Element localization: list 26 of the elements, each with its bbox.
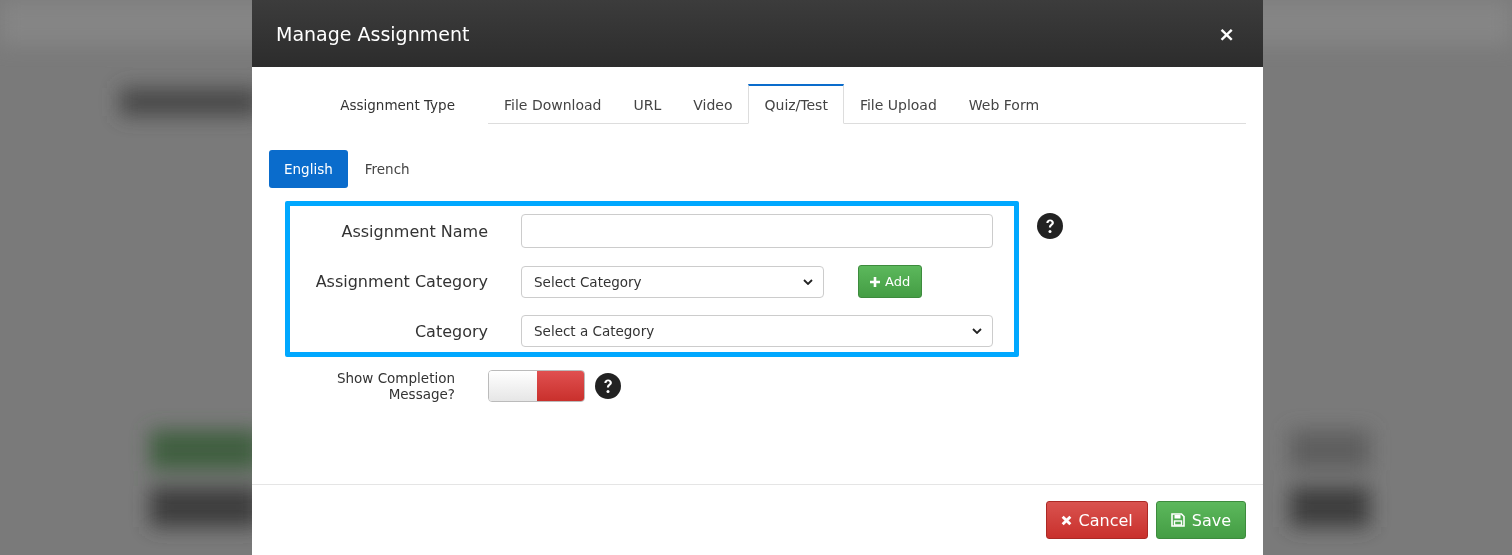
tab[interactable]: Quiz/Test <box>748 84 844 124</box>
help-icon[interactable] <box>595 373 621 399</box>
cancel-button[interactable]: Cancel <box>1045 501 1148 539</box>
field-label: Assignment Category <box>314 272 488 291</box>
tab[interactable]: Web Form <box>952 84 1056 124</box>
toggle-switch[interactable] <box>488 370 585 402</box>
category-dropdown[interactable]: Select a Category <box>521 315 993 347</box>
language-tab[interactable]: English <box>269 150 348 188</box>
caret-icon <box>972 328 982 334</box>
tab[interactable]: File Upload <box>843 84 953 124</box>
language-tab[interactable]: French <box>349 150 425 188</box>
field-label: Assignment Name <box>340 221 488 241</box>
input-field[interactable] <box>521 214 993 248</box>
dialog-title: Manage Assignment <box>276 22 470 45</box>
field-label: Category <box>413 321 488 341</box>
tab[interactable]: URL <box>617 84 678 124</box>
close-button[interactable]: × <box>1214 21 1239 46</box>
tab[interactable]: Video <box>677 84 749 124</box>
tab[interactable]: File Download <box>488 84 618 124</box>
close-icon <box>1060 514 1072 526</box>
help-icon[interactable] <box>1037 213 1063 239</box>
field-label: Show Completion Message? <box>335 370 456 402</box>
category-dropdown[interactable]: Select Category <box>521 265 824 298</box>
caret-icon <box>803 278 813 285</box>
field-label: Assignment Type <box>339 97 456 115</box>
plus-icon <box>870 276 880 287</box>
